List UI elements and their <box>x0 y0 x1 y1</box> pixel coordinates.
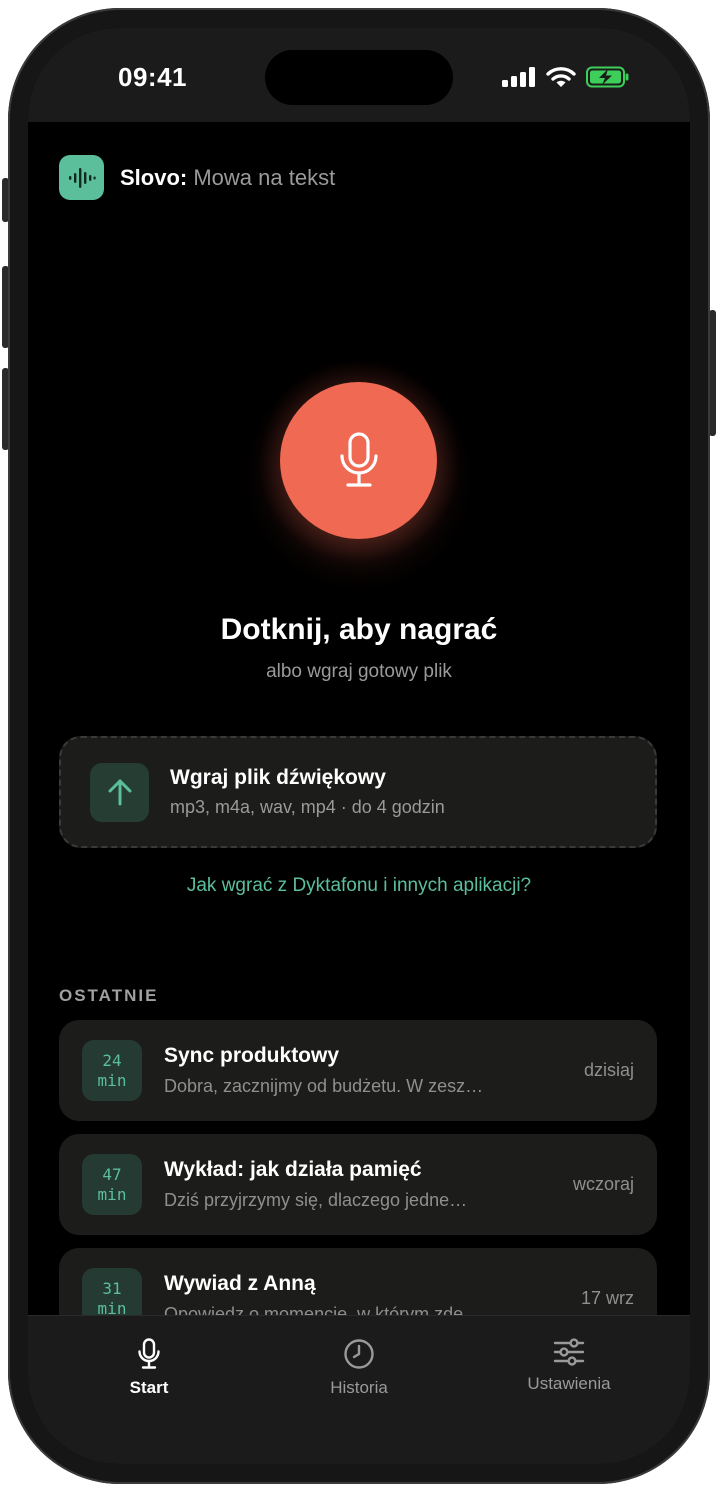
duration-unit: min <box>97 1070 127 1090</box>
power-button <box>709 310 716 436</box>
mic-icon <box>339 431 378 487</box>
duration-unit: min <box>97 1184 127 1204</box>
tab-history[interactable]: Historia <box>289 1338 429 1398</box>
recording-title: Wykład: jak działa pamięć <box>164 1158 422 1181</box>
recording-title: Wywiad z Anną <box>164 1272 316 1295</box>
clock-icon <box>344 1339 374 1369</box>
status-time: 09:41 <box>118 62 187 92</box>
upload-arrow-icon <box>90 762 149 822</box>
app-screen: 09:41 Slovo: Mowa na tekst Dotknij, aby … <box>28 28 690 1464</box>
recent-item[interactable]: 47 min Wykład: jak działa pamięć Dziś pr… <box>59 1134 657 1235</box>
sliders-icon <box>553 1338 585 1366</box>
record-subtitle: albo wgraj gotowy plik <box>266 661 452 682</box>
recording-date: dzisiaj <box>583 1060 634 1080</box>
upload-title: Wgraj plik dźwiękowy <box>170 766 386 789</box>
status-bar: 09:41 <box>28 28 690 122</box>
duration-badge: 24 min <box>82 1040 142 1101</box>
help-link[interactable]: Jak wgrać z Dyktafonu i innych aplikacji… <box>28 875 690 897</box>
upload-formats: mp3, m4a, wav, mp4 · do 4 godzin <box>170 797 445 817</box>
app-header: Slovo: Mowa na tekst <box>59 155 335 200</box>
tab-label: Ustawienia <box>527 1374 611 1393</box>
brand-name: Slovo <box>120 164 180 190</box>
wifi-icon <box>546 67 576 87</box>
mic-icon <box>138 1338 160 1369</box>
waveform-logo-icon <box>59 155 104 200</box>
tab-label: Historia <box>330 1378 388 1397</box>
app-title: Slovo: Mowa na tekst <box>120 165 335 191</box>
dynamic-island <box>265 50 453 105</box>
duration-minutes: 24 <box>102 1050 122 1070</box>
app-subtitle: Mowa na tekst <box>187 164 336 190</box>
tab-start[interactable]: Start <box>79 1338 219 1398</box>
recent-section-title: OSTATNIE <box>59 986 159 1005</box>
signal-icon <box>502 67 535 87</box>
status-icons <box>502 66 630 88</box>
tab-label: Start <box>129 1378 169 1397</box>
recording-date: wczoraj <box>572 1174 634 1194</box>
battery-charging-icon <box>586 66 629 88</box>
recent-list: 24 min Sync produktowy Dobra, zacznijmy … <box>59 1020 657 1362</box>
recent-item[interactable]: 24 min Sync produktowy Dobra, zacznijmy … <box>59 1020 657 1121</box>
recording-preview: Dziś przyjrzymy się, dlaczego jedne… <box>164 1190 468 1210</box>
duration-minutes: 31 <box>102 1278 122 1298</box>
duration-minutes: 47 <box>102 1164 122 1184</box>
record-title: Dotknij, aby nagrać <box>220 613 498 646</box>
tab-settings[interactable]: Ustawienia <box>499 1338 639 1394</box>
record-button[interactable] <box>280 382 437 539</box>
duration-badge: 47 min <box>82 1154 142 1215</box>
upload-texts: Wgraj plik dźwiękowy mp3, m4a, wav, mp4 … <box>170 766 445 818</box>
recording-title: Sync produktowy <box>164 1044 340 1067</box>
upload-file-card[interactable]: Wgraj plik dźwiękowy mp3, m4a, wav, mp4 … <box>59 736 657 848</box>
tab-bar: Start Historia Ustawienia <box>28 1315 690 1464</box>
recording-preview: Dobra, zacznijmy od budżetu. W zesz… <box>164 1076 484 1096</box>
recording-date: 17 wrz <box>580 1288 634 1308</box>
